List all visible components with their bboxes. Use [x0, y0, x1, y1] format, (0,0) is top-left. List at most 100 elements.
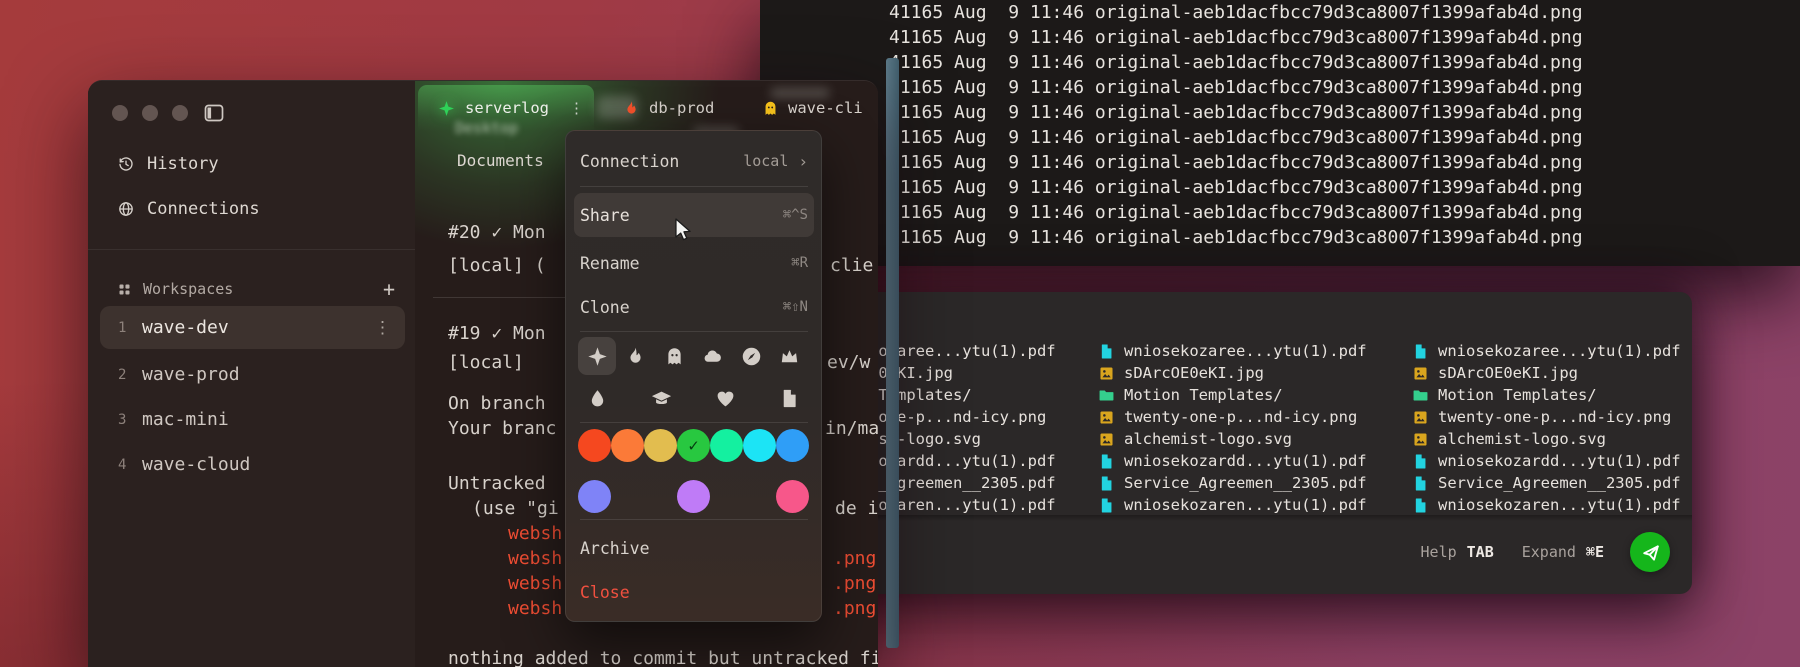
- flame-icon[interactable]: [617, 337, 655, 375]
- color-swatch[interactable]: [578, 429, 611, 462]
- workspace-item-wave-prod[interactable]: 2 wave-prod: [100, 353, 405, 396]
- expand-hint: Expand ⌘E: [1522, 543, 1604, 561]
- color-swatch[interactable]: ✓: [677, 429, 710, 462]
- window-edge-strip: [886, 58, 899, 648]
- heart-icon[interactable]: [707, 379, 745, 417]
- file-row[interactable]: wniosekozaren...ytu(1).pdf: [1412, 494, 1692, 516]
- menu-item-clone[interactable]: Clone ⌘⇧N: [580, 285, 808, 329]
- untracked-file: websh: [508, 598, 563, 619]
- directory-label[interactable]: Documents: [457, 151, 544, 170]
- traffic-light-zoom[interactable]: [172, 105, 188, 121]
- menu-item-archive[interactable]: Archive: [580, 527, 808, 569]
- terminal-line: (use "gi: [472, 498, 559, 519]
- file-row[interactable]: sDArcOE0eKI.jpg: [1412, 362, 1692, 384]
- image-yellow-icon: [1412, 409, 1429, 426]
- color-swatch[interactable]: [743, 429, 776, 462]
- menu-divider: [580, 519, 808, 520]
- file-row[interactable]: alchemist-logo.svg: [1412, 428, 1692, 450]
- image-yellow-icon: [1098, 431, 1115, 448]
- workspace-item-wave-dev[interactable]: 1 wave-dev ⋮: [100, 306, 405, 349]
- color-swatch[interactable]: [578, 480, 611, 513]
- file-cyan-icon: [1412, 343, 1429, 360]
- file-icon[interactable]: [771, 379, 809, 417]
- workspace-menu-icon[interactable]: ⋮: [374, 318, 391, 338]
- file-row[interactable]: Motion Templates/: [1412, 384, 1692, 406]
- image-yellow-icon: [1412, 365, 1429, 382]
- sidebar: History Connections Workspaces + 1 wave-…: [88, 81, 416, 667]
- traffic-light-close[interactable]: [112, 105, 128, 121]
- file-row[interactable]: wniosekozardd...ytu(1).pdf: [1412, 450, 1692, 472]
- terminal-line: #20 ✓ Mon: [448, 222, 546, 243]
- color-swatch[interactable]: [644, 429, 677, 462]
- file-row[interactable]: alchemist-logo.svg: [1098, 428, 1406, 450]
- terminal-line: [local]: [448, 352, 524, 373]
- panel-divider: [774, 515, 1692, 521]
- file-row[interactable]: wniosekozardd...ytu(1).pdf: [1098, 450, 1406, 472]
- workspace-index: 3: [118, 411, 127, 428]
- folder-green-icon: [1098, 387, 1115, 404]
- color-swatch[interactable]: [710, 429, 743, 462]
- tab-wave-cli[interactable]: wave-cli: [762, 85, 863, 131]
- menu-item-connection[interactable]: Connection local ›: [580, 143, 808, 179]
- add-workspace-button[interactable]: +: [383, 279, 395, 299]
- traffic-light-minimize[interactable]: [142, 105, 158, 121]
- background-terminal-window[interactable]: 41165 Aug 9 11:46 original-aeb1dacfbcc79…: [760, 0, 1800, 266]
- panel-footer: Help TAB Expand ⌘E: [774, 530, 1692, 574]
- compass-icon[interactable]: [732, 337, 770, 375]
- color-swatch[interactable]: [776, 480, 809, 513]
- terminal-fragment: clie: [830, 255, 874, 276]
- menu-item-close[interactable]: Close: [580, 571, 808, 613]
- file-row[interactable]: wniosekozaren...ytu(1).pdf: [1098, 494, 1406, 516]
- untracked-file: websh: [508, 573, 563, 594]
- archive-label: Archive: [580, 538, 650, 558]
- file-row[interactable]: wniosekozaree...ytu(1).pdf: [1412, 340, 1692, 362]
- ls-line: 41165 Aug 9 11:46 original-aeb1dacfbcc79…: [889, 2, 1583, 23]
- crown-icon[interactable]: [771, 337, 809, 375]
- tab-menu-icon[interactable]: ⋮: [569, 99, 594, 117]
- sidebar-toggle-icon[interactable]: [202, 101, 226, 125]
- file-cyan-icon: [1412, 475, 1429, 492]
- droplet-icon[interactable]: [578, 379, 616, 417]
- terminal-line: #19 ✓ Mon: [448, 323, 546, 344]
- file-name: wniosekozaren...ytu(1).pdf: [1438, 496, 1681, 514]
- sidebar-item-connections[interactable]: Connections: [88, 189, 415, 229]
- sidebar-item-history[interactable]: History: [88, 144, 415, 184]
- help-hint-key: TAB: [1466, 543, 1494, 561]
- ghost-icon[interactable]: [655, 337, 693, 375]
- file-column: wniosekozaree...ytu(1).pdf sDArcOE0eKI.jp…: [1098, 340, 1406, 516]
- file-row[interactable]: Motion Templates/: [1098, 384, 1406, 406]
- untracked-file: websh: [508, 548, 563, 569]
- workspace-item-mac-mini[interactable]: 3 mac-mini: [100, 398, 405, 441]
- image-yellow-icon: [1412, 431, 1429, 448]
- workspace-item-wave-cloud[interactable]: 4 wave-cloud: [100, 443, 405, 486]
- terminal-line: On branch: [448, 393, 557, 414]
- mouse-cursor: [675, 218, 691, 241]
- workspace-name: wave-prod: [142, 364, 240, 385]
- file-row[interactable]: twenty-one-p...nd-icy.png: [1412, 406, 1692, 428]
- file-row[interactable]: Service_Agreemen__2305.pdf: [1098, 472, 1406, 494]
- menu-item-rename[interactable]: Rename ⌘R: [580, 241, 808, 285]
- sparkle-icon[interactable]: [578, 337, 616, 375]
- file-row[interactable]: sDArcOE0eKI.jpg: [1098, 362, 1406, 384]
- cloud-icon[interactable]: [694, 337, 732, 375]
- image-yellow-icon: [1098, 365, 1115, 382]
- tab-db-prod[interactable]: db-prod: [623, 85, 714, 131]
- file-name: alchemist-logo.svg: [1438, 430, 1606, 448]
- color-swatch[interactable]: [611, 429, 644, 462]
- workspaces-header: Workspaces +: [88, 269, 415, 309]
- file-suggestion-panel[interactable]: wniosekozaree...ytu(1).pdf sDArcOE0eKI.jp…: [774, 292, 1692, 594]
- block-divider: [433, 297, 567, 298]
- chevron-right-icon: ›: [798, 151, 808, 171]
- color-swatch[interactable]: [677, 480, 710, 513]
- color-swatch[interactable]: [776, 429, 809, 462]
- file-name: twenty-one-p...nd-icy.png: [1438, 408, 1672, 426]
- ls-line: 41165 Aug 9 11:46 original-aeb1dacfbcc79…: [889, 152, 1583, 173]
- file-row[interactable]: Service_Agreemen__2305.pdf: [1412, 472, 1692, 494]
- file-row[interactable]: twenty-one-p...nd-icy.png: [1098, 406, 1406, 428]
- ls-line: 41165 Aug 9 11:46 original-aeb1dacfbcc79…: [889, 227, 1583, 248]
- graduation-cap-icon[interactable]: [642, 379, 680, 417]
- workspaces-grid-icon: [119, 284, 130, 294]
- file-row[interactable]: wniosekozaree...ytu(1).pdf: [1098, 340, 1406, 362]
- send-button[interactable]: [1630, 532, 1670, 572]
- connections-label: Connections: [147, 199, 260, 219]
